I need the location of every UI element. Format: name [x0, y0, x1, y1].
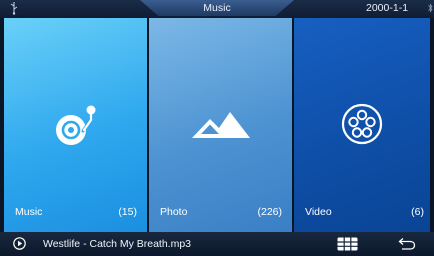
- video-tile-label: Video: [305, 206, 332, 218]
- usb-icon: [10, 2, 18, 15]
- photo-tile-icon: [149, 96, 292, 152]
- back-arrow-icon[interactable]: [398, 237, 416, 250]
- date-display: 2000-1-1: [366, 2, 409, 14]
- grid-icon[interactable]: [337, 237, 358, 251]
- music-tile[interactable]: Music (15): [4, 18, 147, 232]
- video-tile[interactable]: Video (6): [294, 18, 430, 232]
- photo-tile[interactable]: Photo (226): [149, 18, 292, 232]
- music-tile-label: Music: [15, 206, 43, 218]
- video-tile-icon: [294, 96, 430, 152]
- photo-tile-count: (226): [257, 206, 282, 218]
- photo-tile-label: Photo: [160, 206, 188, 218]
- vinyl-record-icon: [55, 105, 95, 145]
- now-playing-track: Westlife - Catch My Breath.mp3: [43, 238, 192, 250]
- bluetooth-icon: [428, 3, 433, 13]
- media-tiles: Music (15) Photo (226) Video (6): [4, 18, 430, 232]
- mountain-icon: [191, 112, 250, 138]
- page-title: Music: [203, 2, 231, 14]
- video-tile-count: (6): [411, 206, 424, 218]
- music-tile-icon: [4, 96, 147, 152]
- play-icon[interactable]: [13, 237, 26, 250]
- music-tile-count: (15): [118, 206, 137, 218]
- film-reel-icon: [341, 103, 383, 145]
